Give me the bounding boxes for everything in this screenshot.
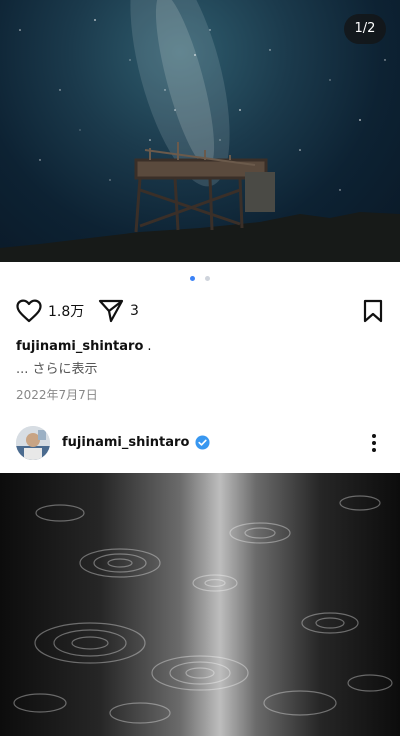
- verified-badge-icon: [195, 435, 210, 450]
- caption-text: .: [147, 339, 152, 354]
- caption: fujinami_shintaro.: [16, 339, 152, 354]
- bookmark-icon: [362, 299, 384, 323]
- shares-count: 3: [130, 303, 139, 319]
- post-action-bar: 1.8万 3: [16, 296, 384, 326]
- post-image-rain-puddle[interactable]: [0, 473, 400, 736]
- post-author[interactable]: fujinami_shintaro: [62, 435, 210, 450]
- carousel-dot[interactable]: [204, 276, 210, 281]
- like-button[interactable]: 1.8万: [16, 296, 84, 326]
- likes-count: 1.8万: [48, 304, 85, 320]
- more-vertical-icon[interactable]: [364, 430, 384, 456]
- post-header: fujinami_shintaro: [16, 424, 384, 462]
- post-date: 2022年7月7日: [16, 388, 98, 402]
- caption-username[interactable]: fujinami_shintaro: [16, 339, 143, 354]
- show-more-link[interactable]: ... さらに表示: [16, 358, 98, 377]
- heart-icon: [16, 299, 42, 323]
- send-icon: [98, 299, 124, 323]
- carousel-dots: [0, 276, 400, 284]
- share-button[interactable]: 3: [98, 296, 139, 326]
- save-button[interactable]: [362, 296, 384, 326]
- carousel-page-indicator: 1/2: [344, 14, 386, 44]
- post-image-milky-way[interactable]: 1/2: [0, 0, 400, 262]
- rain-ripples-illustration: [13, 495, 393, 724]
- carousel-dot-active[interactable]: [190, 276, 196, 281]
- post-author-username[interactable]: fujinami_shintaro: [62, 435, 189, 450]
- avatar[interactable]: [16, 426, 50, 460]
- night-sky-illustration: [0, 0, 400, 262]
